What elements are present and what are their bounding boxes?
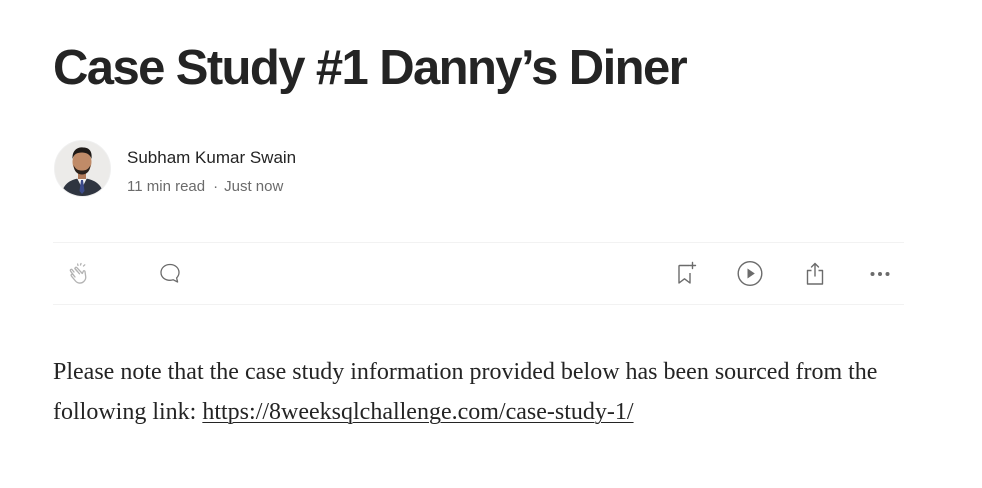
source-link[interactable]: https://8weeksqlchallenge.com/case-study… xyxy=(202,399,633,425)
author-avatar[interactable] xyxy=(54,140,111,197)
bookmark-add-icon xyxy=(678,261,697,284)
more-options-icon xyxy=(870,272,890,276)
read-time: 11 min read xyxy=(127,178,206,195)
article-meta: 11 min read · Just now xyxy=(127,177,283,197)
share-button[interactable] xyxy=(801,259,829,287)
avatar-photo xyxy=(55,141,110,196)
meta-separator: · xyxy=(213,178,219,195)
article-action-bar xyxy=(53,242,904,305)
article-title: Case Study #1 Danny’s Diner xyxy=(53,41,688,95)
byline: Subham Kumar Swain 11 min read · Just now xyxy=(53,139,453,197)
author-name[interactable]: Subham Kumar Swain xyxy=(127,147,296,169)
clap-button[interactable] xyxy=(65,259,93,287)
listen-button[interactable] xyxy=(736,259,764,287)
comment-button[interactable] xyxy=(156,259,184,287)
play-icon xyxy=(737,260,763,287)
share-icon xyxy=(806,262,824,285)
more-options-button[interactable] xyxy=(866,259,894,287)
clap-icon xyxy=(69,262,87,284)
article-paragraph: Please note that the case study informat… xyxy=(53,352,904,432)
save-button[interactable] xyxy=(671,259,699,287)
comment-icon xyxy=(160,263,180,283)
publish-time: Just now xyxy=(224,178,284,195)
